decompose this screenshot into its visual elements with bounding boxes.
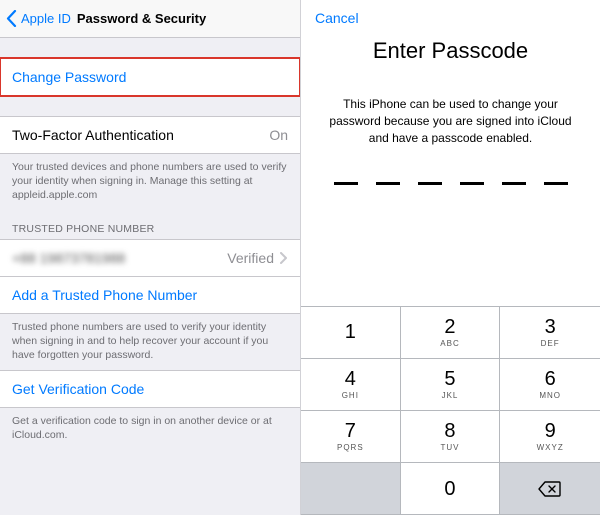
key-letters: TUV	[440, 443, 459, 452]
cancel-bar: Cancel	[301, 0, 600, 26]
key-1[interactable]: 1	[301, 307, 401, 359]
key-digit: 4	[345, 369, 356, 389]
key-digit: 7	[345, 421, 356, 441]
change-password-cell[interactable]: Change Password	[0, 58, 300, 96]
passcode-dash	[376, 182, 400, 185]
key-9[interactable]: 9 WXYZ	[500, 411, 600, 463]
add-trusted-phone-label: Add a Trusted Phone Number	[12, 287, 197, 303]
key-letters: WXYZ	[537, 443, 564, 452]
key-2[interactable]: 2 ABC	[401, 307, 501, 359]
key-4[interactable]: 4 GHI	[301, 359, 401, 411]
key-letters: MNO	[539, 391, 561, 400]
passcode-dash	[460, 182, 484, 185]
cancel-button[interactable]: Cancel	[315, 10, 359, 26]
key-6[interactable]: 6 MNO	[500, 359, 600, 411]
passcode-dash	[502, 182, 526, 185]
backspace-icon	[538, 480, 562, 498]
key-letters: JKL	[442, 391, 459, 400]
key-5[interactable]: 5 JKL	[401, 359, 501, 411]
chevron-right-icon	[280, 252, 288, 264]
trusted-phone-cell[interactable]: +88 19873781988 Verified	[0, 239, 300, 277]
key-digit: 3	[545, 317, 556, 337]
get-verification-code-cell[interactable]: Get Verification Code	[0, 370, 300, 408]
key-letters: ABC	[440, 339, 459, 348]
enter-passcode-title: Enter Passcode	[301, 38, 600, 64]
page-title: Password & Security	[77, 11, 206, 26]
passcode-dash	[418, 182, 442, 185]
get-verification-code-desc: Get a verification code to sign in on an…	[0, 408, 300, 450]
two-factor-value: On	[269, 127, 288, 143]
passcode-dash	[334, 182, 358, 185]
key-digit: 8	[444, 421, 455, 441]
get-verification-code-label: Get Verification Code	[12, 381, 144, 397]
key-0[interactable]: 0	[401, 463, 501, 515]
nav-bar: Apple ID Password & Security	[0, 0, 300, 38]
two-factor-desc: Your trusted devices and phone numbers a…	[0, 154, 300, 211]
passcode-field	[301, 182, 600, 185]
key-letters: DEF	[541, 339, 560, 348]
key-8[interactable]: 8 TUV	[401, 411, 501, 463]
two-factor-label: Two-Factor Authentication	[12, 127, 174, 143]
key-blank	[301, 463, 401, 515]
key-7[interactable]: 7 PQRS	[301, 411, 401, 463]
key-digit: 6	[545, 369, 556, 389]
settings-password-security-pane: Apple ID Password & Security Change Pass…	[0, 0, 300, 515]
add-trusted-phone-cell[interactable]: Add a Trusted Phone Number	[0, 277, 300, 314]
key-digit: 1	[345, 322, 356, 342]
key-3[interactable]: 3 DEF	[500, 307, 600, 359]
enter-passcode-desc: This iPhone can be used to change your p…	[301, 64, 600, 146]
trusted-phone-number: +88 19873781988	[12, 250, 125, 266]
key-letters: PQRS	[337, 443, 364, 452]
back-button[interactable]: Apple ID	[6, 10, 71, 27]
chevron-left-icon	[6, 10, 17, 27]
change-password-label: Change Password	[12, 69, 126, 85]
key-digit: 0	[444, 479, 455, 499]
key-letters: GHI	[342, 391, 359, 400]
trusted-phone-header: TRUSTED PHONE NUMBER	[0, 211, 300, 239]
numeric-keypad: 1 2 ABC 3 DEF 4 GHI 5 JKL 6 MNO 7 PQRS 8	[301, 306, 600, 515]
key-backspace[interactable]	[500, 463, 600, 515]
trusted-phone-status: Verified	[227, 250, 274, 266]
two-factor-cell[interactable]: Two-Factor Authentication On	[0, 116, 300, 154]
key-digit: 2	[444, 317, 455, 337]
enter-passcode-pane: Cancel Enter Passcode This iPhone can be…	[300, 0, 600, 515]
key-digit: 9	[545, 421, 556, 441]
key-digit: 5	[444, 369, 455, 389]
passcode-dash	[544, 182, 568, 185]
trusted-phone-desc: Trusted phone numbers are used to verify…	[0, 314, 300, 371]
back-label: Apple ID	[21, 11, 71, 26]
